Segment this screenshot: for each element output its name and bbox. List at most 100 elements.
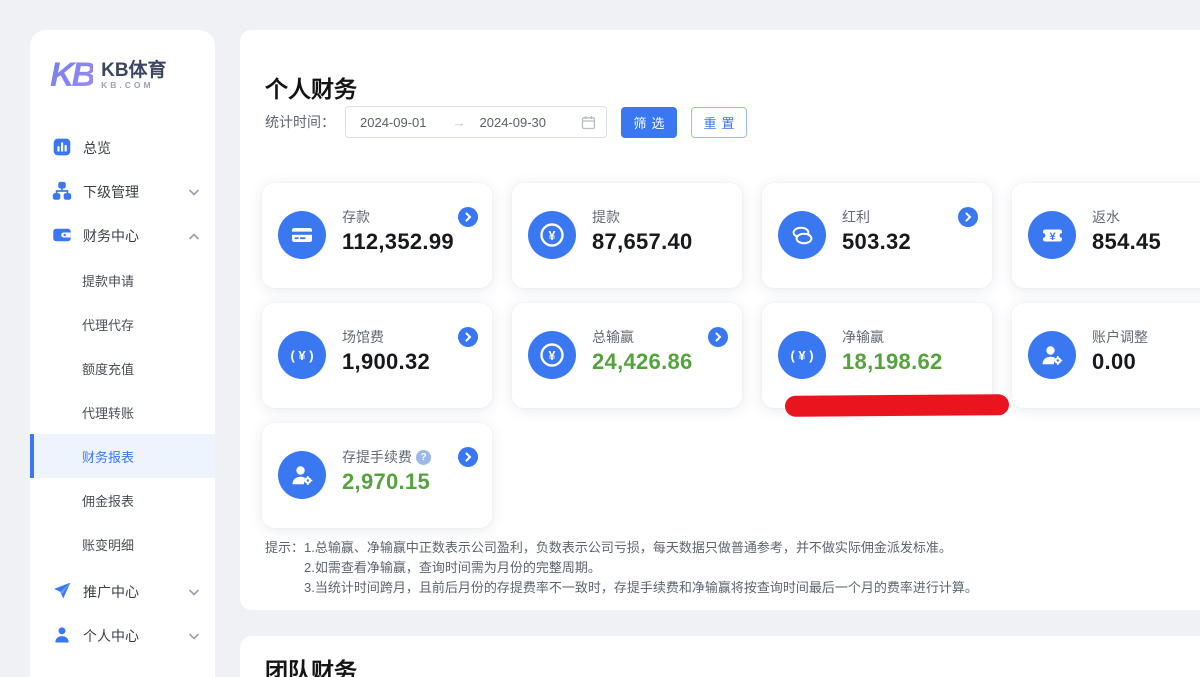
card-value: 854.45 [1092, 229, 1161, 255]
sidebar-item-subordinates[interactable]: 下级管理 [30, 170, 215, 214]
card-label: 存提手续费 [342, 447, 412, 467]
paper-plane-icon [52, 581, 72, 604]
card-bonus: 红利 503.32 [762, 183, 992, 288]
sidebar-item-label: 下级管理 [83, 182, 139, 202]
sidebar-subitem-agent-deposit[interactable]: 代理代存 [30, 302, 215, 346]
chevron-up-icon [189, 233, 199, 240]
user-gear-icon [1028, 331, 1076, 379]
card-value: 24,426.86 [592, 349, 693, 375]
svg-text:( ¥ ): ( ¥ ) [790, 348, 813, 363]
personal-finance-panel: 个人财务 统计时间： 2024-09-01 → 2024-09-30 筛选 重置… [240, 30, 1200, 610]
subitem-label: 代理转账 [82, 403, 134, 422]
detail-arrow-button[interactable] [458, 327, 478, 347]
red-marker-annotation [785, 394, 1009, 417]
card-account-adjustment: 账户调整 0.00 [1012, 303, 1200, 408]
page-root: { "colors": { "accent": "#3a78f2", "gree… [0, 0, 1200, 677]
subitem-label: 代理代存 [82, 315, 134, 334]
reset-button[interactable]: 重置 [691, 107, 747, 138]
subitem-label: 财务报表 [82, 447, 134, 466]
org-chart-icon [52, 181, 72, 204]
card-label: 场馆费 [342, 327, 384, 347]
card-label: 提款 [592, 207, 620, 227]
sidebar-item-label: 个人中心 [83, 626, 139, 646]
tip-line: 3.当统计时间跨月，且前后月份的存提费率不一致时，存提手续费和净输赢将按查询时间… [304, 578, 978, 598]
credit-card-icon [278, 211, 326, 259]
card-transaction-fee: 存提手续费 ? 2,970.15 [262, 423, 492, 528]
brand-logo: KB KB体育 KB.COM [30, 30, 215, 95]
ticket-yen-icon: ¥ [1028, 211, 1076, 259]
card-label: 返水 [1092, 207, 1120, 227]
svg-text:¥: ¥ [549, 229, 556, 243]
card-label: 账户调整 [1092, 327, 1148, 347]
logo-subtitle: KB.COM [101, 80, 166, 90]
sidebar-menu: 总览 下级管理 财务中心 提款申请 代理代存 额度充值 代理转账 财务报表 佣金… [30, 126, 215, 658]
sidebar-item-finance-center[interactable]: 财务中心 [30, 214, 215, 258]
start-date-value: 2024-09-01 [360, 115, 427, 130]
detail-arrow-button[interactable] [708, 327, 728, 347]
tips-label: 提示： [265, 538, 304, 598]
sidebar-item-label: 推广中心 [83, 582, 139, 602]
card-deposit: 存款 112,352.99 [262, 183, 492, 288]
yen-ring-icon: ¥ [528, 211, 576, 259]
sidebar-subitem-agent-transfer[interactable]: 代理转账 [30, 390, 215, 434]
wallet-icon [52, 225, 72, 248]
chevron-down-icon [189, 189, 199, 196]
card-venue-fee: ( ¥ ) 场馆费 1,900.32 [262, 303, 492, 408]
detail-arrow-button[interactable] [958, 207, 978, 227]
card-label: 红利 [842, 207, 870, 227]
sidebar-subitem-account-changes[interactable]: 账变明细 [30, 522, 215, 566]
calendar-icon [581, 115, 596, 130]
sidebar-item-personal-center[interactable]: 个人中心 [30, 614, 215, 658]
svg-text:¥: ¥ [1049, 230, 1056, 242]
subitem-label: 提款申请 [82, 271, 134, 290]
svg-text:( ¥ ): ( ¥ ) [290, 348, 313, 363]
yen-bracket-icon: ( ¥ ) [278, 331, 326, 379]
chevron-down-icon [189, 633, 199, 640]
card-value: 0.00 [1092, 349, 1136, 375]
card-value: 2,970.15 [342, 469, 430, 495]
card-value: 87,657.40 [592, 229, 693, 255]
stat-cards-grid: 存款 112,352.99 ¥ 提款 87,657.40 红利 503.32 [262, 183, 1200, 528]
card-value: 503.32 [842, 229, 911, 255]
card-label: 存款 [342, 207, 370, 227]
subitem-label: 佣金报表 [82, 491, 134, 510]
detail-arrow-button[interactable] [458, 207, 478, 227]
sidebar-item-label: 总览 [83, 138, 111, 158]
user-gear-icon [278, 451, 326, 499]
card-net-winloss: ( ¥ ) 净输赢 18,198.62 [762, 303, 992, 408]
tip-line: 2.如需查看净输赢，查询时间需为月份的完整周期。 [304, 558, 978, 578]
sidebar-item-promotion-center[interactable]: 推广中心 [30, 570, 215, 614]
date-range-label: 统计时间： [265, 112, 335, 132]
team-finance-title: 团队财务 [265, 652, 357, 677]
date-range-input[interactable]: 2024-09-01 → 2024-09-30 [345, 106, 607, 138]
card-label: 总输赢 [592, 327, 634, 347]
end-date-value: 2024-09-30 [480, 115, 547, 130]
card-rebate: ¥ 返水 854.45 [1012, 183, 1200, 288]
tips-block: 提示： 1.总输赢、净输赢中正数表示公司盈利，负数表示公司亏损，每天数据只做普通… [265, 538, 978, 598]
sidebar: KB KB体育 KB.COM 总览 下级管理 财务中心 [30, 30, 215, 677]
page-title: 个人财务 [265, 70, 357, 104]
svg-text:¥: ¥ [549, 349, 556, 363]
sidebar-subitem-finance-report-active[interactable]: 财务报表 [30, 434, 215, 478]
tip-line: 1.总输赢、净输赢中正数表示公司盈利，负数表示公司亏损，每天数据只做普通参考，并… [304, 538, 978, 558]
help-icon[interactable]: ? [416, 450, 431, 465]
chevron-down-icon [189, 589, 199, 596]
team-finance-panel: 团队财务 [240, 636, 1200, 677]
yen-bracket-icon: ( ¥ ) [778, 331, 826, 379]
coins-icon [778, 211, 826, 259]
card-label: 净输赢 [842, 327, 884, 347]
sidebar-subitem-quota-recharge[interactable]: 额度充值 [30, 346, 215, 390]
sidebar-subitem-commission-report[interactable]: 佣金报表 [30, 478, 215, 522]
sidebar-item-overview[interactable]: 总览 [30, 126, 215, 170]
sidebar-subitem-withdraw-request[interactable]: 提款申请 [30, 258, 215, 302]
card-value: 18,198.62 [842, 349, 943, 375]
range-arrow: → [453, 115, 466, 130]
sidebar-item-label: 财务中心 [83, 226, 139, 246]
card-value: 1,900.32 [342, 349, 430, 375]
card-total-winloss: ¥ 总输赢 24,426.86 [512, 303, 742, 408]
filter-button[interactable]: 筛选 [621, 107, 677, 138]
person-icon [52, 625, 72, 648]
logo-mark: KB [50, 56, 93, 95]
detail-arrow-button[interactable] [458, 447, 478, 467]
card-withdrawal: ¥ 提款 87,657.40 [512, 183, 742, 288]
